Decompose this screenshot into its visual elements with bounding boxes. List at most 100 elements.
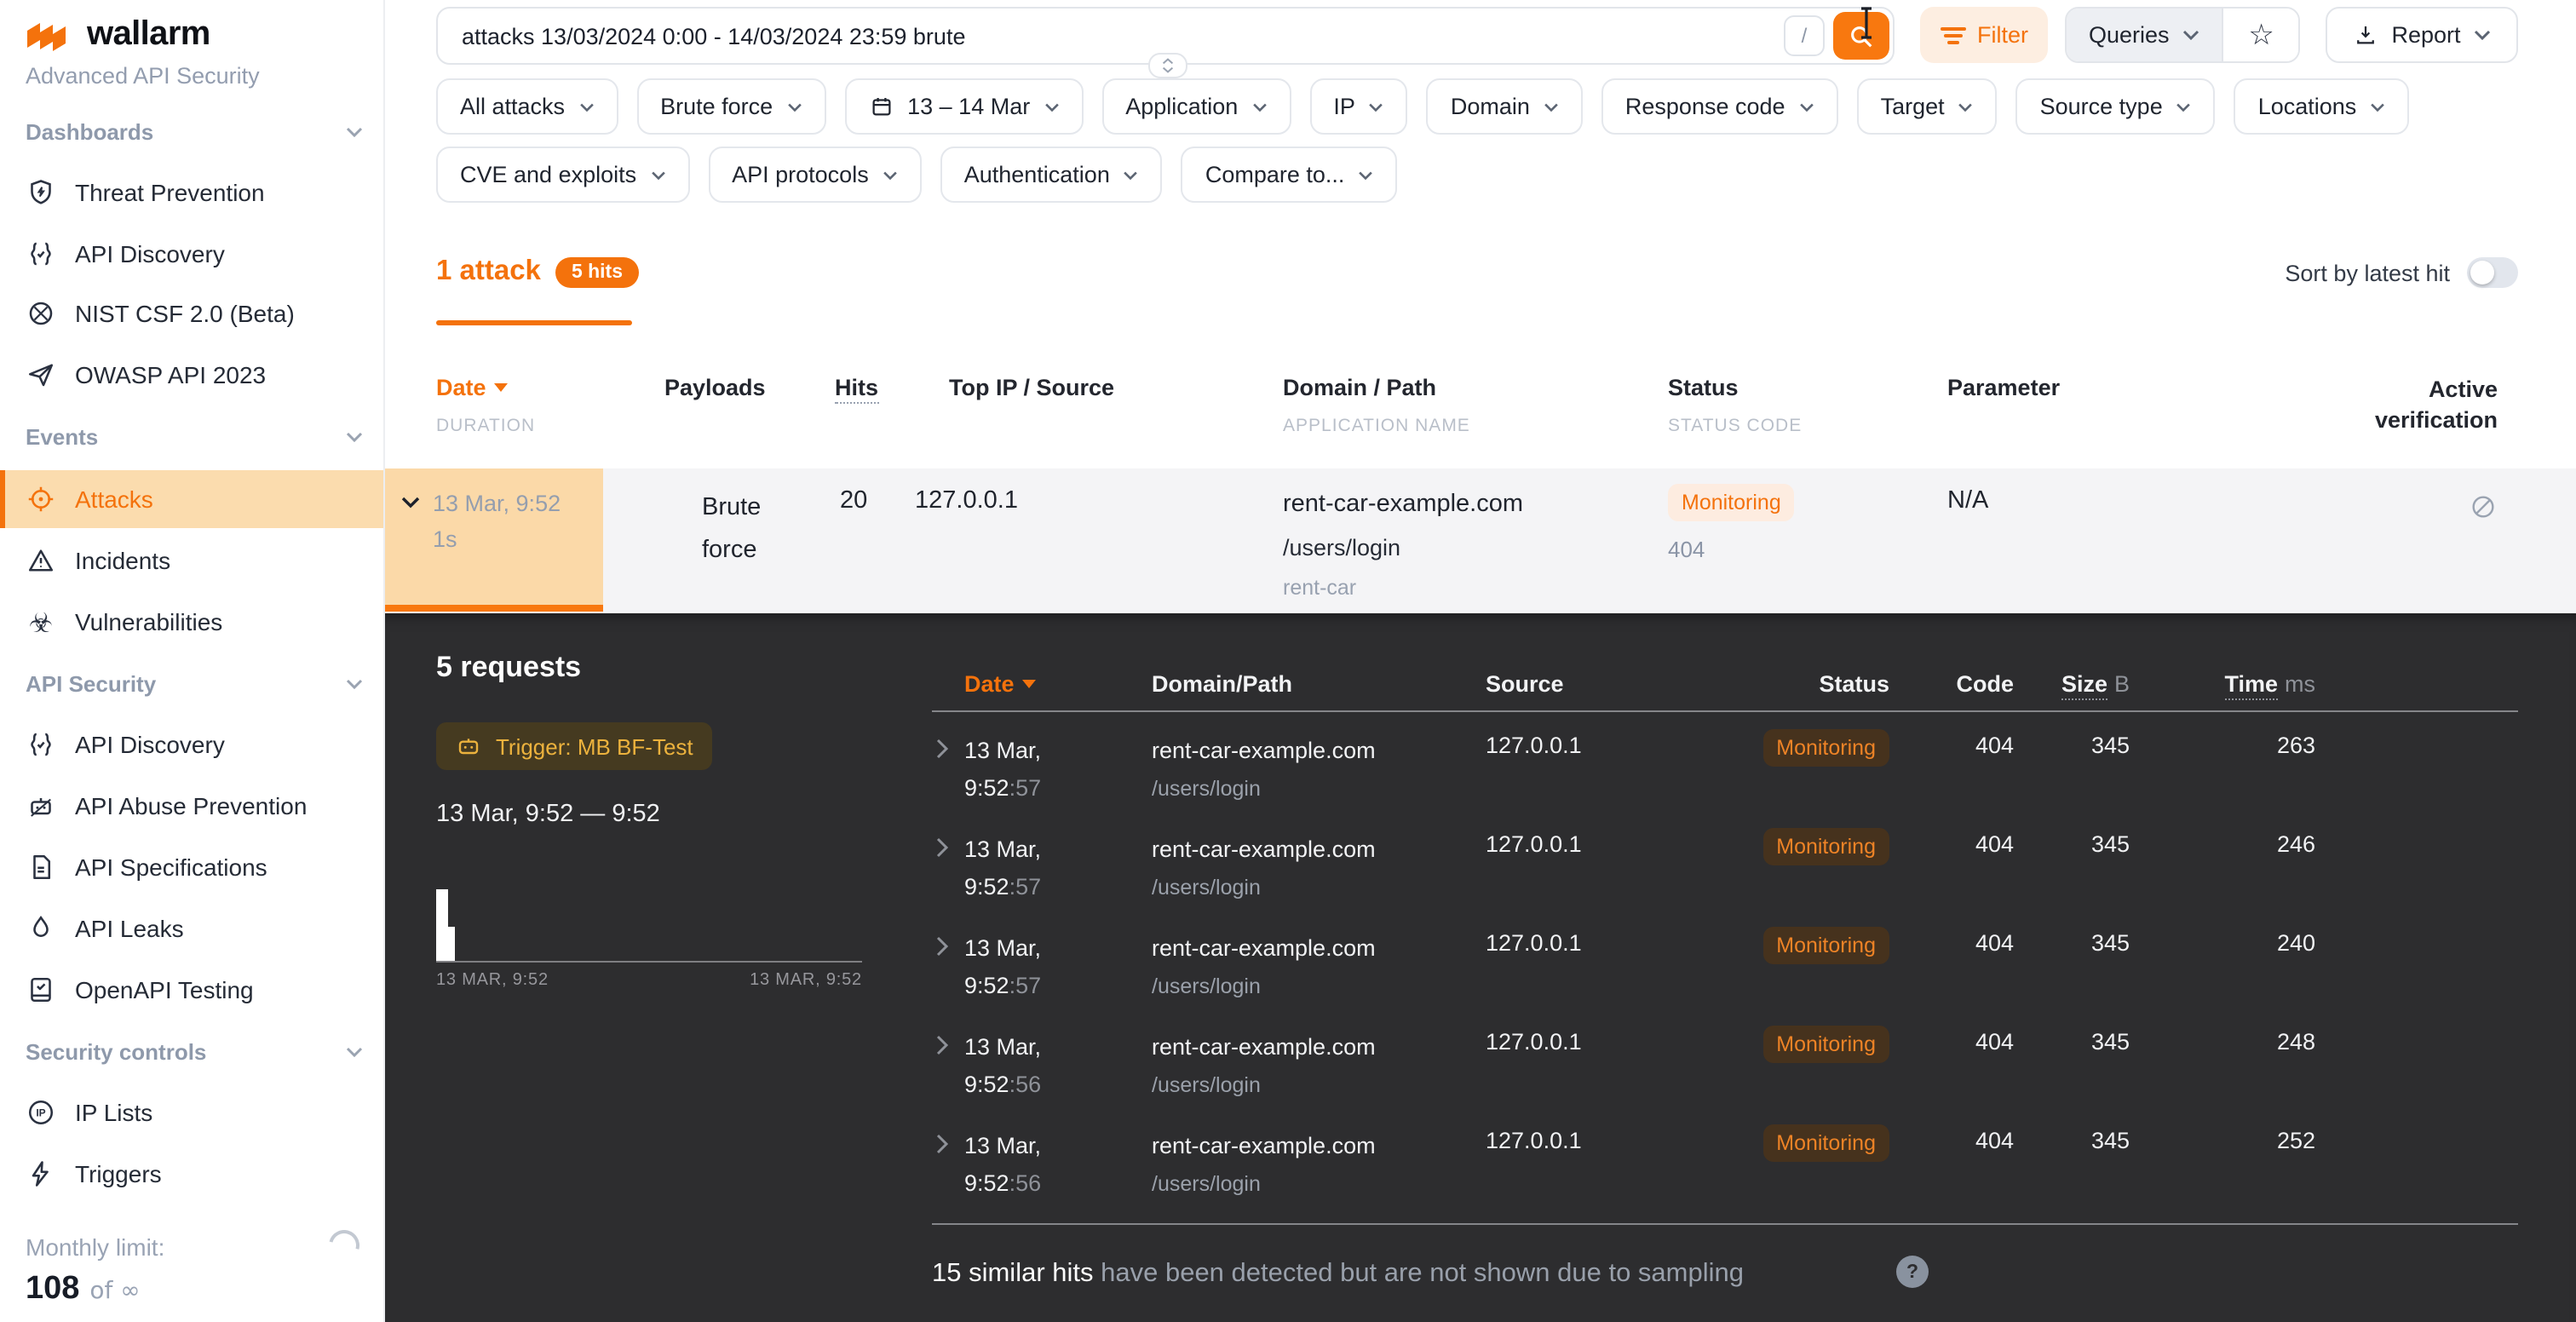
requests-panel: 5 requests Trigger: MB BF-Test 13 Mar, 9… [383, 613, 2576, 1322]
chip-authentication[interactable]: Authentication [940, 147, 1163, 203]
chip-ip[interactable]: IP [1309, 78, 1408, 135]
request-date: 13 Mar,9:52:56 [964, 1128, 1041, 1203]
req-header-size[interactable]: SizeB [2027, 671, 2130, 697]
status-badge: Monitoring [1762, 927, 1889, 964]
attack-path: /users/login [1283, 532, 1523, 566]
attack-top-ip: 127.0.0.1 [915, 487, 1018, 514]
chip-label: Brute force [660, 94, 773, 119]
filter-icon [1940, 25, 1965, 45]
sidebar-item-api-leaks[interactable]: API Leaks [0, 900, 383, 957]
attack-row[interactable]: 13 Mar, 9:52 1s Brute force 20 127.0.0.1… [383, 468, 2576, 612]
req-header-date[interactable]: Date [964, 671, 1037, 697]
request-source: 127.0.0.1 [1486, 1029, 1582, 1055]
chip-response-code[interactable]: Response code [1601, 78, 1838, 135]
expand-chevron-icon[interactable] [935, 935, 949, 957]
chip-attack-type[interactable]: Brute force [636, 78, 825, 135]
column-header-active-verification: Active verification [2365, 375, 2498, 436]
sidebar-item-vulnerabilities[interactable]: ☣ Vulnerabilities [0, 593, 383, 651]
search-expand-handle[interactable] [1148, 53, 1187, 78]
trigger-badge[interactable]: Trigger: MB BF-Test [436, 722, 712, 770]
section-api-security[interactable]: API Security [26, 663, 363, 704]
sidebar-item-threat-prevention[interactable]: Threat Prevention [0, 164, 383, 221]
chevron-down-icon [578, 101, 594, 112]
req-header-domain: Domain/Path [1152, 671, 1292, 697]
request-date-day: 13 Mar, [964, 1029, 1041, 1066]
header-label: Time [2224, 671, 2278, 700]
chevron-down-icon [1958, 101, 1974, 112]
sidebar-item-openapi-testing[interactable]: OpenAPI Testing [0, 961, 383, 1019]
expand-chevron-icon[interactable] [935, 836, 949, 859]
section-dashboards[interactable]: Dashboards [26, 111, 363, 152]
braces-check-icon [26, 729, 56, 760]
sidebar-item-api-abuse-prevention[interactable]: API Abuse Prevention [0, 777, 383, 835]
section-security-controls[interactable]: Security controls [26, 1031, 363, 1072]
sidebar-item-api-discovery-2[interactable]: API Discovery [0, 716, 383, 773]
expand-chevron-icon[interactable] [935, 1034, 949, 1056]
chip-source-type[interactable]: Source type [2016, 78, 2216, 135]
requests-histogram [436, 882, 862, 963]
attack-date: 13 Mar, 9:52 1s [433, 486, 596, 557]
header-unit: ms [2285, 671, 2315, 697]
request-date: 13 Mar,9:52:57 [964, 930, 1041, 1005]
chip-application[interactable]: Application [1101, 78, 1291, 135]
expand-chevron-icon[interactable] [935, 738, 949, 760]
chip-domain[interactable]: Domain [1427, 78, 1583, 135]
attack-hits: 20 [840, 487, 867, 514]
request-domain: rent-car-example.com [1152, 831, 1376, 869]
wallarm-logo-icon [26, 18, 72, 52]
search-input[interactable] [438, 23, 1784, 49]
request-path: /users/login [1152, 1165, 1376, 1203]
section-label: Security controls [26, 1038, 206, 1064]
text-cursor [1859, 7, 1874, 39]
column-header-hits[interactable]: Hits [835, 375, 878, 400]
chip-date-range[interactable]: 13 – 14 Mar [844, 78, 1083, 135]
sidebar-item-ip-lists[interactable]: IP IP Lists [0, 1083, 383, 1141]
queries-button[interactable]: Queries [2067, 9, 2222, 61]
caret-up-icon [1162, 58, 1174, 65]
active-verification-disabled-icon[interactable] [2469, 492, 2498, 521]
section-events[interactable]: Events [26, 416, 363, 457]
chip-api-protocols[interactable]: API protocols [708, 147, 922, 203]
sidebar-item-api-discovery[interactable]: API Discovery [0, 225, 383, 283]
req-header-status: Status [1716, 671, 1889, 697]
help-icon[interactable]: ? [1896, 1256, 1929, 1288]
request-source: 127.0.0.1 [1486, 930, 1582, 956]
request-row[interactable]: 13 Mar,9:52:57 rent-car-example.com/user… [932, 920, 2518, 1019]
sidebar-item-api-specifications[interactable]: API Specifications [0, 838, 383, 896]
request-date: 13 Mar,9:52:56 [964, 1029, 1041, 1104]
sidebar-item-incidents[interactable]: Incidents [0, 532, 383, 589]
chip-target[interactable]: Target [1857, 78, 1998, 135]
header-sublabel: DURATION [436, 416, 535, 436]
favorite-star-button[interactable]: ☆ [2222, 9, 2299, 61]
request-row[interactable]: 13 Mar,9:52:56 rent-car-example.com/user… [932, 1019, 2518, 1118]
chip-all-attacks[interactable]: All attacks [436, 78, 618, 135]
request-domain-cell: rent-car-example.com/users/login [1152, 1029, 1376, 1104]
collapse-chevron-icon[interactable] [400, 496, 421, 509]
request-row[interactable]: 13 Mar,9:52:57 rent-car-example.com/user… [932, 722, 2518, 821]
request-time: 9:52 [964, 775, 1009, 801]
chip-compare-to[interactable]: Compare to... [1182, 147, 1398, 203]
expand-chevron-icon[interactable] [935, 1133, 949, 1155]
svg-text:IP: IP [36, 1107, 45, 1119]
chip-label: Locations [2258, 94, 2357, 119]
sort-toggle[interactable] [2467, 257, 2518, 288]
chip-label: 13 – 14 Mar [907, 94, 1030, 119]
request-path: /users/login [1152, 1066, 1376, 1104]
sort-desc-icon [1023, 680, 1037, 688]
req-header-time[interactable]: Timems [2125, 671, 2315, 697]
sidebar-item-owasp-api[interactable]: OWASP API 2023 [0, 346, 383, 404]
request-row[interactable]: 13 Mar,9:52:57 rent-car-example.com/user… [932, 821, 2518, 920]
request-row[interactable]: 13 Mar,9:52:56 rent-car-example.com/user… [932, 1118, 2518, 1216]
request-date-day: 13 Mar, [964, 733, 1041, 770]
sidebar-item-attacks[interactable]: Attacks [0, 470, 383, 528]
request-path: /users/login [1152, 968, 1376, 1005]
sidebar-item-triggers[interactable]: Triggers [0, 1145, 383, 1203]
chip-cve-exploits[interactable]: CVE and exploits [436, 147, 689, 203]
column-header-date[interactable]: Date DURATION [436, 375, 509, 400]
sidebar-item-nist-csf[interactable]: NIST CSF 2.0 (Beta) [0, 285, 383, 342]
chip-locations[interactable]: Locations [2234, 78, 2410, 135]
report-button[interactable]: Report [2326, 7, 2518, 63]
tab-attacks-count[interactable]: 1 attack 5 hits [436, 256, 638, 288]
attack-date-value: 13 Mar, 9:52 [433, 486, 596, 521]
filter-button[interactable]: Filter [1920, 7, 2048, 63]
